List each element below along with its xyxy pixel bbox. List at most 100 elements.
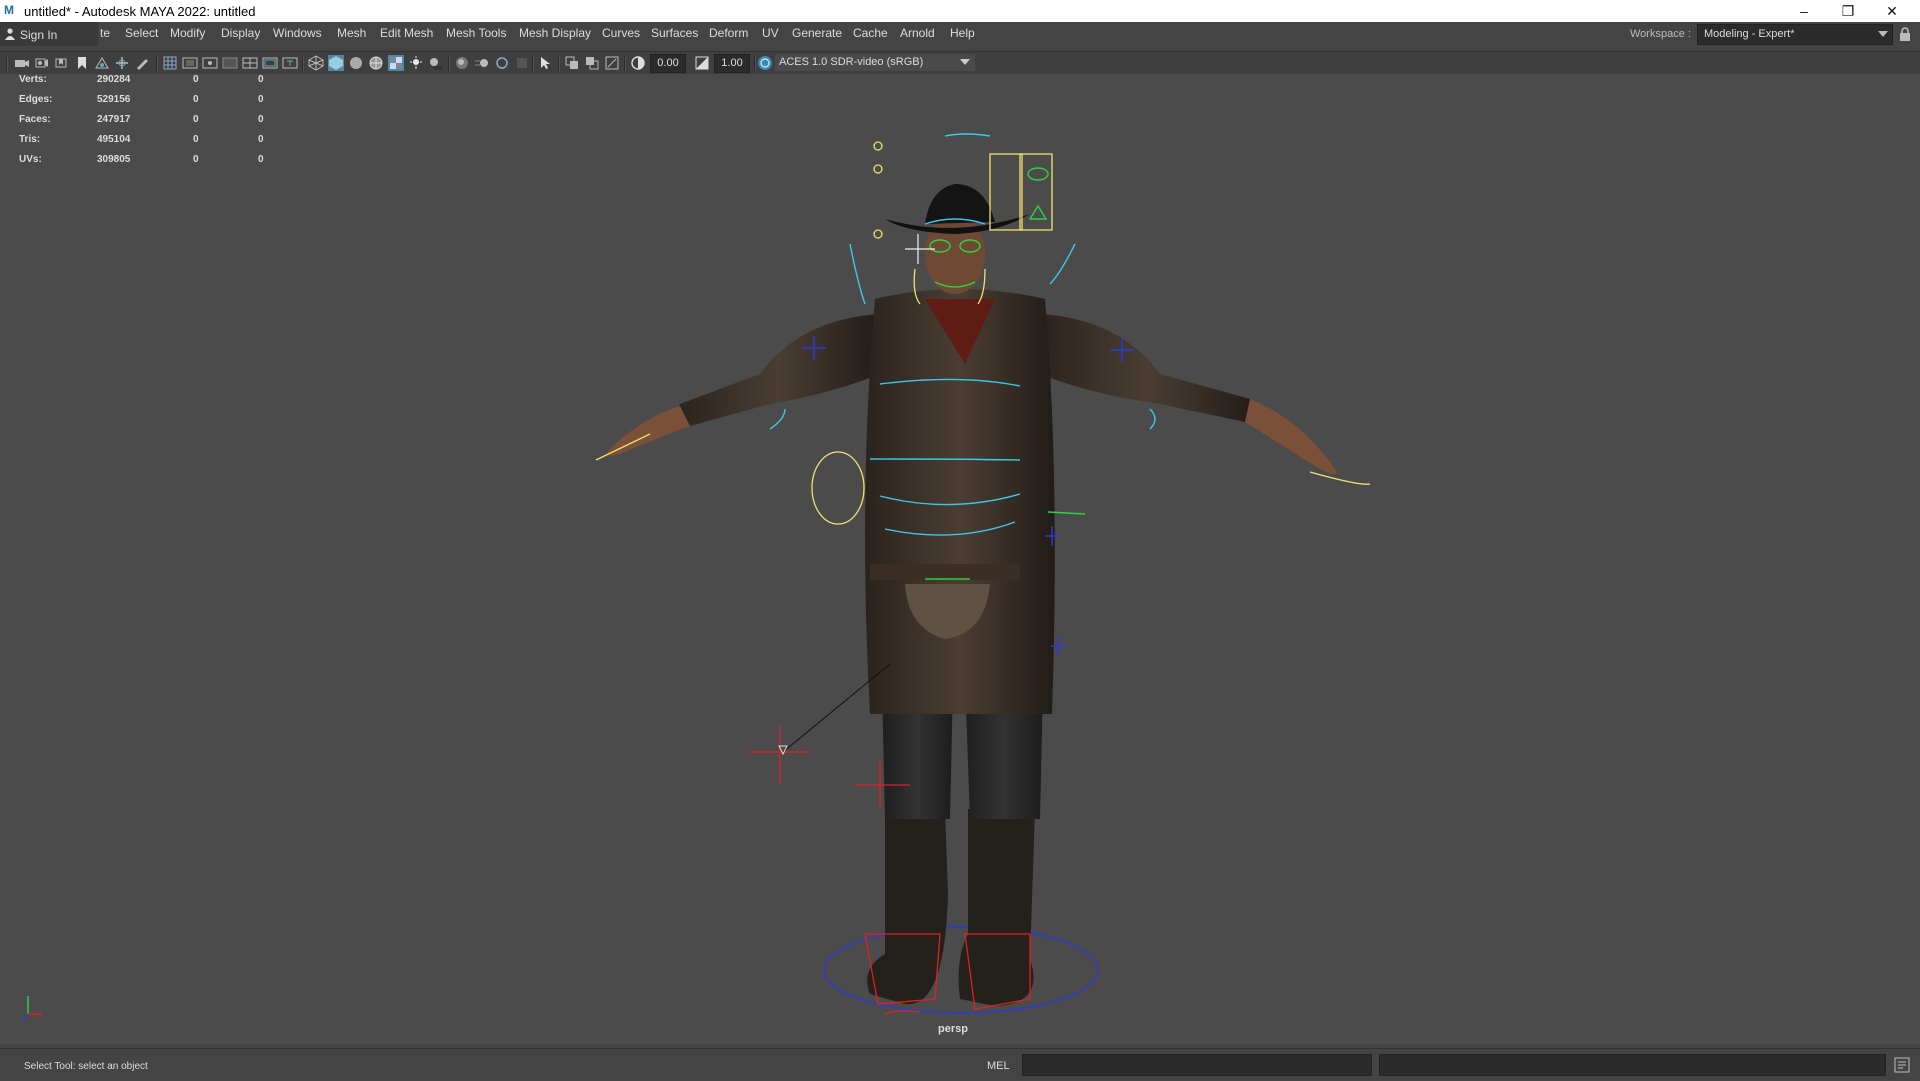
color-management-icon[interactable] [757,55,773,71]
menu-generate[interactable]: Generate [792,26,842,40]
viewport-3d[interactable]: Verts: 290284 0 0 Edges: 529156 0 0 Face… [0,74,1920,1044]
grid-icon[interactable] [162,55,178,71]
toolbar-separator [302,55,304,71]
menu-edit-mesh[interactable]: Edit Mesh [380,26,433,40]
sign-in-button[interactable]: Sign In [0,22,98,46]
script-language-toggle[interactable]: MEL [987,1060,1010,1072]
camera-label: persp [938,1023,968,1035]
restore-button[interactable]: ❐ [1826,2,1870,20]
workspace-value: Modeling - Expert* [1704,28,1795,40]
gamma-field[interactable]: 1.00 [714,54,750,73]
motion-blur-icon[interactable] [474,55,490,71]
window-title: untitled* - Autodesk MAYA 2022: untitled [24,4,256,19]
hud-value: 0 [258,154,264,165]
menu-curves[interactable]: Curves [602,26,640,40]
hud-value: 0 [258,74,264,85]
bookmark-camera-icon[interactable] [54,55,70,71]
hud-value: 0 [258,94,264,105]
hud-label: Tris: [19,134,41,145]
user-icon [5,28,15,40]
default-material-icon[interactable] [348,55,364,71]
toolbar-separator [156,55,158,71]
textured-icon[interactable] [388,55,404,71]
hud-row-edges: Edges: 529156 0 0 [19,94,289,110]
hud-label: Verts: [19,74,47,85]
hud-value: 529156 [97,94,131,105]
view-transform-dropdown[interactable]: ACES 1.0 SDR-video (sRGB) [775,54,975,71]
toolbar-separator [532,55,534,71]
camera-icon[interactable] [14,55,30,71]
grease-pencil-icon[interactable] [134,55,150,71]
menu-bar: Sign In te Select Modify Display Windows… [0,22,1920,46]
menu-surfaces[interactable]: Surfaces [651,26,698,40]
menu-arnold[interactable]: Arnold [900,26,935,40]
menu-mesh[interactable]: Mesh [337,26,366,40]
hud-row-tris: Tris: 495104 0 0 [19,134,289,150]
close-button[interactable]: ✕ [1870,2,1914,20]
shadows-icon[interactable] [428,55,444,71]
hud-row-faces: Faces: 247917 0 0 [19,114,289,130]
hud-value: 495104 [97,134,131,145]
chevron-down-icon [960,59,970,65]
depth-of-field-icon[interactable] [514,55,530,71]
status-bar: Select Tool: select an object MEL [0,1048,1920,1081]
xray-joints-icon[interactable] [604,55,620,71]
menu-uv[interactable]: UV [762,26,779,40]
hud-value: 0 [193,134,199,145]
help-line: Select Tool: select an object [24,1061,148,1072]
menu-mesh-tools[interactable]: Mesh Tools [446,26,506,40]
hud-value: 0 [193,74,199,85]
belt [870,564,1020,580]
hud-label: Faces: [19,114,51,125]
use-all-lights-icon[interactable] [408,55,424,71]
hud-value: 0 [258,114,264,125]
xray-icon[interactable] [564,55,580,71]
right-arm [1040,314,1255,422]
left-arm [676,314,880,426]
minimize-button[interactable]: – [1782,2,1826,20]
gate-mask-icon[interactable] [222,55,238,71]
menu-modify[interactable]: Modify [170,26,205,40]
exposure-icon[interactable] [630,55,646,71]
wireframe-on-shaded-icon[interactable] [368,55,384,71]
image-plane-icon[interactable] [94,55,110,71]
hud-value: 247917 [97,114,131,125]
safe-title-icon[interactable] [282,55,298,71]
menu-cache[interactable]: Cache [853,26,888,40]
menu-select[interactable]: Select [125,26,158,40]
menu-display[interactable]: Display [221,26,260,40]
bookmark-icon[interactable] [74,55,90,71]
gamma-icon[interactable] [694,55,710,71]
safe-action-icon[interactable] [262,55,278,71]
view-axis-icon [21,996,42,1021]
wireframe-icon[interactable] [308,55,324,71]
hat-crown [925,184,995,224]
toolbar-separator [448,55,450,71]
menu-help[interactable]: Help [950,26,975,40]
two-d-pan-icon[interactable] [114,55,130,71]
camera-attributes-icon[interactable] [34,55,50,71]
field-chart-icon[interactable] [242,55,258,71]
script-editor-icon[interactable] [1894,1057,1910,1073]
workspace-dropdown[interactable]: Modeling - Expert* [1697,24,1893,45]
resolution-gate-icon[interactable] [202,55,218,71]
sign-in-label: Sign In [20,28,58,42]
command-input[interactable] [1022,1054,1372,1076]
smooth-shade-icon[interactable] [328,55,344,71]
exposure-field[interactable]: 0.00 [650,54,686,73]
xray-active-components-icon[interactable] [584,55,600,71]
isolate-select-icon[interactable] [538,55,554,71]
film-gate-icon[interactable] [182,55,198,71]
title-bar: M untitled* - Autodesk MAYA 2022: untitl… [0,0,1920,22]
hud-value: 0 [193,94,199,105]
menu-mesh-display[interactable]: Mesh Display [519,26,591,40]
menu-windows[interactable]: Windows [273,26,322,40]
lock-icon[interactable] [1899,27,1911,41]
menu-deform[interactable]: Deform [709,26,748,40]
anti-aliasing-icon[interactable] [494,55,510,71]
hud-value: 309805 [97,154,131,165]
toolbar-separator [558,55,560,71]
view-transform-value: ACES 1.0 SDR-video (sRGB) [779,56,924,68]
menu-item-cut[interactable]: te [100,26,110,40]
ambient-occlusion-icon[interactable] [454,55,470,71]
